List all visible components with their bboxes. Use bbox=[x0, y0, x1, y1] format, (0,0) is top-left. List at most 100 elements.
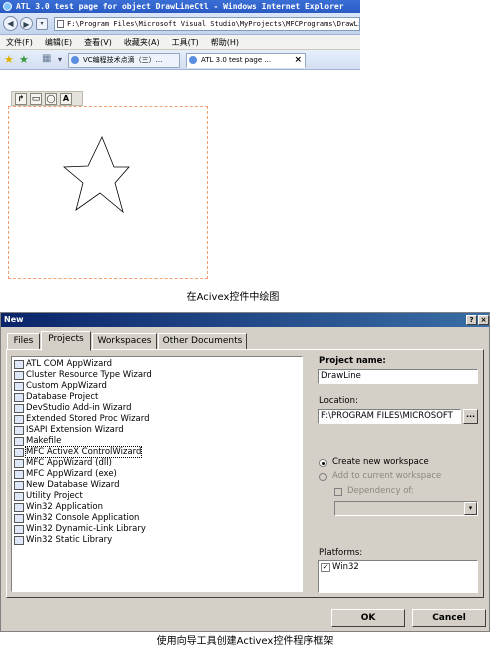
list-item[interactable]: MFC AppWizard (dll) bbox=[14, 458, 112, 469]
location-input[interactable]: F:\PROGRAM FILES\MICROSOFT bbox=[318, 409, 461, 424]
cluster-wizard-icon bbox=[14, 371, 24, 380]
list-item[interactable]: ATL COM AppWizard bbox=[14, 359, 112, 370]
tab-list-dropdown-icon[interactable]: ▾ bbox=[58, 55, 62, 64]
close-tab-icon[interactable]: × bbox=[294, 54, 302, 67]
star-drawing bbox=[62, 136, 130, 214]
activex-wizard-icon bbox=[14, 448, 24, 457]
menu-tools[interactable]: 工具(T) bbox=[166, 35, 205, 50]
create-new-workspace-radio[interactable] bbox=[319, 459, 327, 467]
activex-drawing-canvas[interactable] bbox=[8, 106, 208, 279]
ie-address-bar: ◀ ▶ ▾ F:\Program Files\Microsoft Visual … bbox=[0, 13, 360, 35]
menu-favorites[interactable]: 收藏夹(A) bbox=[118, 35, 166, 50]
list-item[interactable]: Utility Project bbox=[14, 491, 83, 502]
menu-help[interactable]: 帮助(H) bbox=[205, 35, 245, 50]
tab-workspaces[interactable]: Workspaces bbox=[92, 333, 157, 350]
tab-label: VC编程技术点滴（三）... bbox=[83, 56, 163, 64]
dependency-label: Dependency of: bbox=[347, 486, 414, 496]
mfc-exe-icon bbox=[14, 470, 24, 479]
address-input[interactable]: F:\Program Files\Microsoft Visual Studio… bbox=[54, 17, 360, 31]
makefile-icon bbox=[14, 437, 24, 446]
custom-wizard-icon bbox=[14, 382, 24, 391]
list-item[interactable]: Cluster Resource Type Wizard bbox=[14, 370, 152, 381]
list-item[interactable]: Custom AppWizard bbox=[14, 381, 107, 392]
win32-app-icon bbox=[14, 503, 24, 512]
close-button[interactable]: × bbox=[478, 315, 489, 325]
list-item[interactable]: MFC AppWizard (exe) bbox=[14, 469, 117, 480]
list-item[interactable]: Database Project bbox=[14, 392, 98, 403]
project-name-label: Project name: bbox=[319, 356, 386, 366]
browse-button[interactable]: ... bbox=[463, 409, 478, 424]
location-label: Location: bbox=[319, 396, 358, 406]
ie-title-bar: ATL 3.0 test page for object DrawLineCtl… bbox=[0, 0, 360, 13]
address-text: F:\Program Files\Microsoft Visual Studio… bbox=[67, 20, 360, 28]
cancel-button[interactable]: Cancel bbox=[412, 609, 486, 627]
database-project-icon bbox=[14, 393, 24, 402]
add-to-workspace-label: Add to current workspace bbox=[332, 471, 442, 481]
list-item[interactable]: Win32 Console Application bbox=[14, 513, 139, 524]
dialog-title-bar: New ? × bbox=[1, 313, 489, 327]
list-item[interactable]: Win32 Static Library bbox=[14, 535, 112, 546]
mfc-dll-icon bbox=[14, 459, 24, 468]
list-item[interactable]: New Database Wizard bbox=[14, 480, 120, 491]
dependency-select[interactable]: ▾ bbox=[334, 501, 478, 516]
chevron-down-icon[interactable]: ▾ bbox=[464, 502, 477, 515]
utility-project-icon bbox=[14, 492, 24, 501]
add-to-workspace-radio[interactable] bbox=[319, 473, 327, 481]
platform-win32-label: Win32 bbox=[332, 562, 359, 572]
list-item[interactable]: Win32 Dynamic-Link Library bbox=[14, 524, 146, 535]
dll-icon bbox=[14, 525, 24, 534]
dialog-title: New bbox=[4, 315, 24, 324]
list-item[interactable]: Makefile bbox=[14, 436, 61, 447]
ok-button[interactable]: OK bbox=[331, 609, 405, 627]
tab-projects[interactable]: Projects bbox=[41, 331, 91, 351]
project-name-input[interactable]: DrawLine bbox=[318, 369, 478, 384]
caption-activex-drawing: 在Acivex控件中绘图 bbox=[186, 292, 280, 303]
text-tool-button[interactable]: A bbox=[60, 93, 72, 105]
page-icon bbox=[57, 20, 64, 28]
new-dialog: New ? × Files Projects Workspaces Other … bbox=[0, 312, 490, 632]
tab-files[interactable]: Files bbox=[7, 333, 40, 350]
ie-logo-icon bbox=[3, 2, 12, 11]
ie-menu-bar: 文件(F) 编辑(E) 查看(V) 收藏夹(A) 工具(T) 帮助(H) bbox=[0, 35, 360, 50]
dependency-checkbox[interactable] bbox=[334, 488, 342, 496]
forward-arrow-icon[interactable]: ▶ bbox=[20, 17, 33, 30]
line-tool-button[interactable]: ↱ bbox=[15, 93, 27, 105]
list-item[interactable]: DevStudio Add-in Wizard bbox=[14, 403, 132, 414]
tab-atl-test-page[interactable]: ATL 3.0 test page ... × bbox=[186, 53, 306, 68]
menu-edit[interactable]: 编辑(E) bbox=[39, 35, 78, 50]
list-item-selected[interactable]: MFC ActiveX ControlWizard bbox=[14, 446, 143, 458]
console-app-icon bbox=[14, 514, 24, 523]
ie-window-title: ATL 3.0 test page for object DrawLineCtl… bbox=[16, 2, 344, 11]
add-favorite-icon[interactable]: ★ bbox=[19, 53, 29, 66]
database-wizard-icon bbox=[14, 481, 24, 490]
static-lib-icon bbox=[14, 536, 24, 545]
platforms-label: Platforms: bbox=[319, 548, 363, 558]
list-item[interactable]: Win32 Application bbox=[14, 502, 103, 513]
rectangle-tool-button[interactable]: ▭ bbox=[30, 93, 42, 105]
tab-other-documents[interactable]: Other Documents bbox=[158, 333, 247, 350]
caption-wizard: 使用向导工具创建Activex控件程序框架 bbox=[156, 636, 334, 647]
menu-view[interactable]: 查看(V) bbox=[78, 35, 118, 50]
drawing-toolbar: ↱ ▭ ◯ A bbox=[11, 91, 83, 106]
help-button[interactable]: ? bbox=[466, 315, 477, 325]
list-item[interactable]: ISAPI Extension Wizard bbox=[14, 425, 124, 436]
create-new-workspace-label: Create new workspace bbox=[332, 457, 429, 467]
stored-proc-wizard-icon bbox=[14, 415, 24, 424]
quick-tabs-icon[interactable]: ▦ bbox=[42, 53, 51, 64]
menu-file[interactable]: 文件(F) bbox=[0, 35, 39, 50]
atl-wizard-icon bbox=[14, 360, 24, 369]
tab-vc-programming[interactable]: VC编程技术点滴（三）... bbox=[68, 53, 180, 68]
tab-label: ATL 3.0 test page ... bbox=[201, 56, 272, 64]
platforms-list[interactable]: ✓ Win32 bbox=[318, 560, 478, 593]
back-arrow-icon[interactable]: ◀ bbox=[3, 16, 18, 31]
list-item[interactable]: Extended Stored Proc Wizard bbox=[14, 414, 150, 425]
isapi-wizard-icon bbox=[14, 426, 24, 435]
recent-pages-dropdown-icon[interactable]: ▾ bbox=[36, 18, 48, 30]
ellipse-tool-button[interactable]: ◯ bbox=[45, 93, 57, 105]
win32-checkbox[interactable]: ✓ bbox=[321, 563, 330, 572]
tab-page-icon bbox=[189, 56, 197, 64]
tab-page-icon bbox=[71, 56, 79, 64]
favorites-star-icon[interactable]: ★ bbox=[4, 53, 14, 66]
ie-tab-bar: ★ ★ ▦ ▾ VC编程技术点滴（三）... ATL 3.0 test page… bbox=[0, 50, 360, 70]
project-type-list[interactable]: ATL COM AppWizard Cluster Resource Type … bbox=[11, 356, 303, 592]
